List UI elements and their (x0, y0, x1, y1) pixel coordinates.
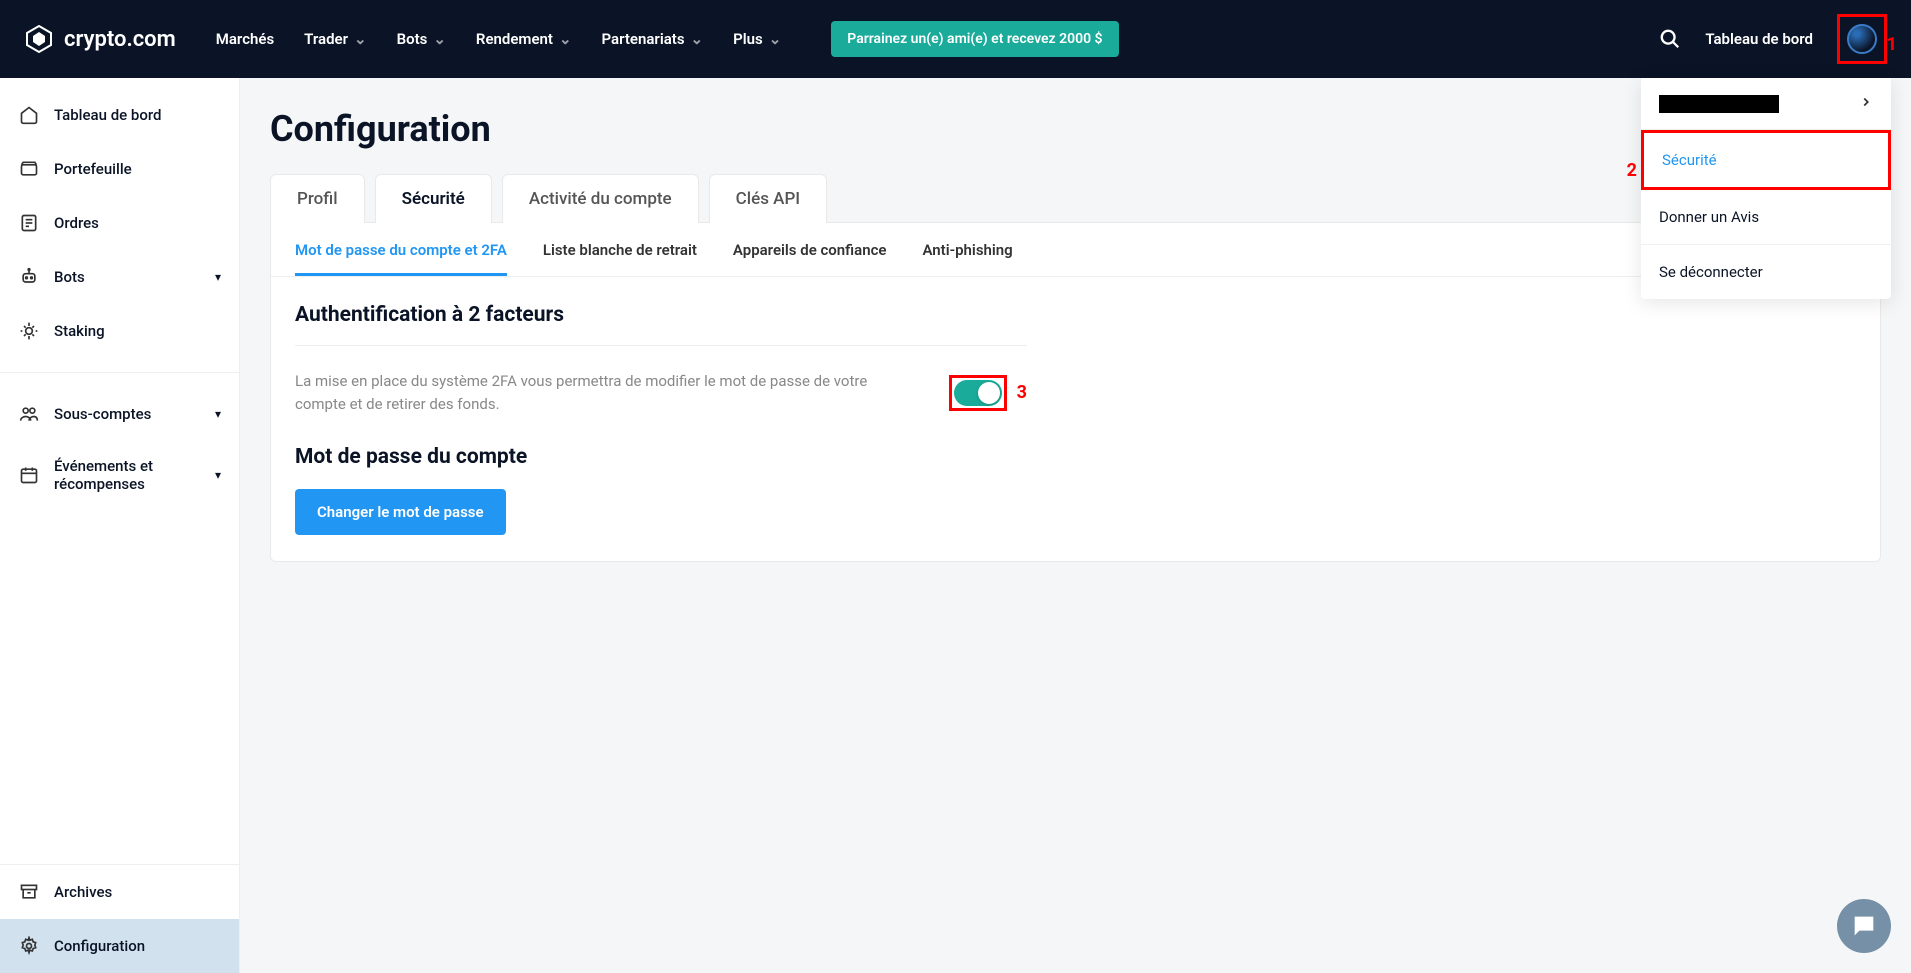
chat-widget[interactable] (1837, 899, 1891, 953)
nav-marches[interactable]: Marchés (216, 30, 274, 48)
sidebar-item-dashboard[interactable]: Tableau de bord (0, 88, 239, 142)
chevron-down-icon: ⌄ (433, 30, 446, 48)
annotation-box-3 (949, 375, 1007, 411)
panel: Mot de passe du compte et 2FA Liste blan… (270, 222, 1881, 562)
bot-icon (18, 266, 40, 288)
sidebar-item-orders[interactable]: Ordres (0, 196, 239, 250)
sidebar-label: Archives (54, 883, 112, 901)
top-navbar: crypto.com Marchés Trader⌄ Bots⌄ Rendeme… (0, 0, 1911, 78)
sidebar-label: Bots (54, 268, 85, 286)
sidebar-item-bots[interactable]: Bots ▾ (0, 250, 239, 304)
sidebar-label: Événements et récompenses (54, 457, 201, 493)
subtab-antiphishing[interactable]: Anti-phishing (922, 241, 1012, 276)
archive-icon (18, 881, 40, 903)
sidebar-item-wallet[interactable]: Portefeuille (0, 142, 239, 196)
chat-icon (1850, 912, 1878, 940)
search-icon[interactable] (1659, 28, 1681, 50)
sidebar-item-configuration[interactable]: Configuration (0, 919, 239, 973)
sidebar: Tableau de bord Portefeuille Ordres Bots… (0, 78, 240, 973)
nav-bots[interactable]: Bots⌄ (397, 30, 446, 48)
nav-menu: Marchés Trader⌄ Bots⌄ Rendement⌄ Partena… (216, 21, 1119, 57)
chevron-down-icon: ▾ (215, 468, 221, 482)
chevron-down-icon: ⌄ (769, 30, 782, 48)
twofa-section: Authentification à 2 facteurs La mise en… (271, 277, 1051, 561)
nav-trader[interactable]: Trader⌄ (304, 30, 366, 48)
user-menu-header[interactable] (1641, 78, 1891, 130)
promo-button[interactable]: Parrainez un(e) ami(e) et recevez 2000 $ (831, 21, 1118, 57)
tab-securite[interactable]: Sécurité (375, 174, 492, 223)
logo-icon (24, 24, 54, 54)
orders-icon (18, 212, 40, 234)
subtab-trusted-devices[interactable]: Appareils de confiance (733, 241, 887, 276)
change-password-button[interactable]: Changer le mot de passe (295, 489, 506, 535)
sidebar-label: Configuration (54, 937, 145, 955)
config-tabs: Profil Sécurité Activité du compte Clés … (270, 174, 1881, 222)
annotation-3: 3 (1017, 382, 1027, 403)
tab-activite[interactable]: Activité du compte (502, 174, 699, 223)
sidebar-label: Portefeuille (54, 160, 132, 178)
password-title: Mot de passe du compte (295, 445, 1027, 469)
staking-icon (18, 320, 40, 342)
sidebar-label: Sous-comptes (54, 405, 151, 423)
nav-right: Tableau de bord (1659, 14, 1887, 64)
sidebar-item-subaccounts[interactable]: Sous-comptes ▾ (0, 387, 239, 441)
dashboard-link[interactable]: Tableau de bord (1705, 30, 1813, 48)
user-email-redacted (1659, 95, 1779, 113)
sidebar-label: Tableau de bord (54, 106, 161, 124)
chevron-down-icon: ▾ (215, 407, 221, 421)
sidebar-label: Ordres (54, 214, 99, 232)
page-title: Configuration (270, 108, 1881, 150)
sidebar-item-events[interactable]: Événements et récompenses ▾ (0, 441, 239, 509)
menu-item-securite[interactable]: Sécurité (1641, 130, 1891, 190)
sidebar-label: Staking (54, 322, 105, 340)
nav-rendement[interactable]: Rendement⌄ (476, 30, 572, 48)
annotation-1: 1 (1887, 34, 1897, 55)
chevron-right-icon (1859, 94, 1873, 113)
chevron-down-icon: ⌄ (354, 30, 367, 48)
home-icon (18, 104, 40, 126)
twofa-toggle[interactable] (954, 380, 1002, 406)
sidebar-item-staking[interactable]: Staking (0, 304, 239, 358)
chevron-down-icon: ▾ (215, 270, 221, 284)
gear-icon (18, 935, 40, 957)
subtab-whitelist[interactable]: Liste blanche de retrait (543, 241, 697, 276)
calendar-icon (18, 464, 40, 486)
tab-profil[interactable]: Profil (270, 174, 365, 223)
nav-plus[interactable]: Plus⌄ (733, 30, 781, 48)
user-menu: Sécurité Donner un Avis Se déconnecter (1641, 78, 1891, 299)
tab-cles-api[interactable]: Clés API (709, 174, 827, 223)
chevron-down-icon: ⌄ (691, 30, 704, 48)
brand-text: crypto.com (64, 27, 176, 52)
brand-logo[interactable]: crypto.com (24, 24, 176, 54)
avatar-icon (1847, 24, 1877, 54)
twofa-title: Authentification à 2 facteurs (295, 303, 1027, 346)
toggle-knob (978, 382, 1000, 404)
menu-item-feedback[interactable]: Donner un Avis (1641, 190, 1891, 244)
nav-partenariats[interactable]: Partenariats⌄ (602, 30, 704, 48)
twofa-description: La mise en place du système 2FA vous per… (295, 370, 915, 415)
user-avatar[interactable] (1837, 14, 1887, 64)
wallet-icon (18, 158, 40, 180)
subtabs: Mot de passe du compte et 2FA Liste blan… (271, 223, 1880, 277)
users-icon (18, 403, 40, 425)
sidebar-item-archives[interactable]: Archives (0, 865, 239, 919)
chevron-down-icon: ⌄ (559, 30, 572, 48)
annotation-2: 2 (1627, 160, 1637, 181)
menu-item-logout[interactable]: Se déconnecter (1641, 245, 1891, 299)
subtab-password-2fa[interactable]: Mot de passe du compte et 2FA (295, 241, 507, 276)
